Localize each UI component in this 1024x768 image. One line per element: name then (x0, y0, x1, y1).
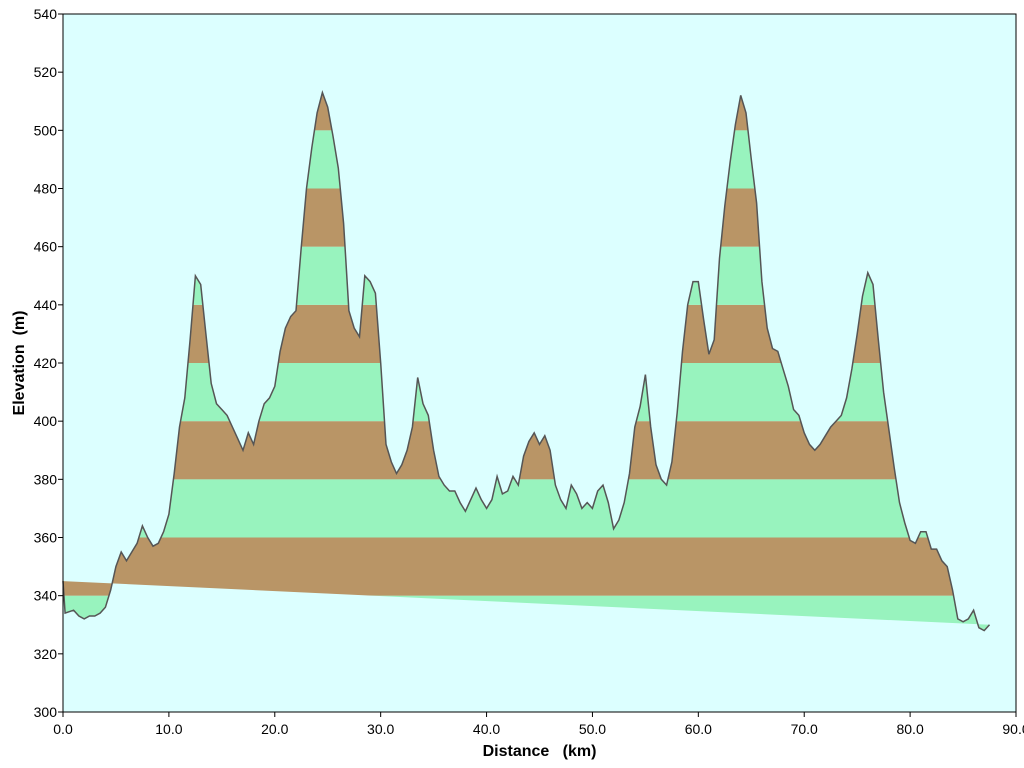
y-tick-label: 460 (34, 239, 58, 255)
elevation-profile-chart: 0.010.020.030.040.050.060.070.080.090.0 … (11, 6, 1024, 760)
x-tick-label: 60.0 (685, 721, 712, 737)
y-tick-label: 380 (34, 471, 58, 487)
x-axis-title: Distance (km) (483, 743, 597, 760)
x-tick-label: 0.0 (53, 721, 73, 737)
elevation-band (63, 537, 990, 596)
y-tick-label: 500 (34, 122, 58, 138)
y-axis-ticks: 300 320 340 360 380 400 420 440 460 480 500 520 540 (34, 6, 63, 720)
x-tick-label: 40.0 (473, 721, 500, 737)
y-tick-label: 480 (34, 181, 58, 197)
x-tick-label: 10.0 (155, 721, 182, 737)
x-axis-ticks: 0.0 10.0 20.0 30.0 40.0 50.0 60.0 70.0 80.0 90.0 (53, 712, 1024, 737)
y-tick-label: 520 (34, 64, 58, 80)
y-axis-title: Elevation (m) (11, 311, 28, 416)
x-tick-label: 30.0 (367, 721, 394, 737)
y-tick-label: 360 (34, 530, 58, 546)
y-tick-label: 320 (34, 646, 58, 662)
y-tick-label: 420 (34, 355, 58, 371)
y-tick-label: 440 (34, 297, 58, 313)
x-tick-label: 70.0 (791, 721, 818, 737)
x-tick-label: 20.0 (261, 721, 288, 737)
x-tick-label: 50.0 (579, 721, 606, 737)
x-tick-label: 90.0 (1002, 721, 1024, 737)
elevation-band (63, 479, 990, 538)
x-tick-label: 80.0 (896, 721, 923, 737)
y-tick-label: 340 (34, 588, 58, 604)
y-tick-label: 540 (34, 6, 58, 22)
y-tick-label: 300 (34, 704, 58, 720)
y-tick-label: 400 (34, 413, 58, 429)
